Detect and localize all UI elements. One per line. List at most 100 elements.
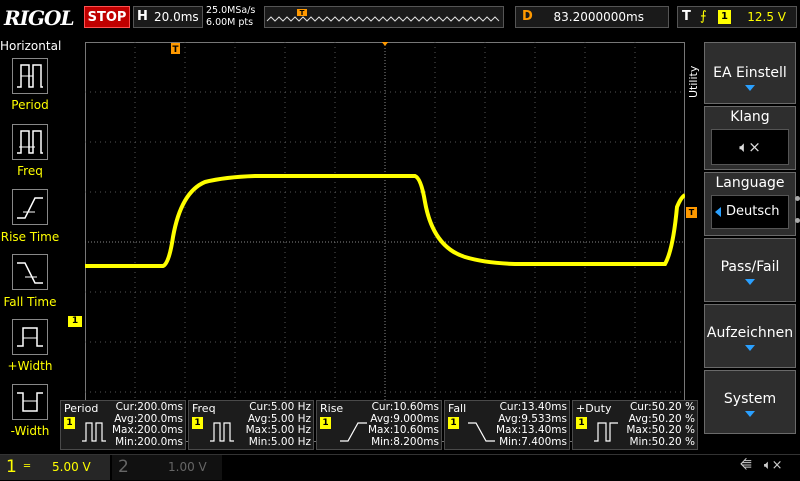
memory-overview-icon: T (266, 9, 500, 22)
period-icon (17, 64, 43, 88)
language-selector[interactable]: Deutsch (711, 195, 789, 229)
trigger-level: 12.5 V (747, 10, 786, 24)
plus-width-icon (17, 327, 43, 347)
trigger-source: 1 (718, 10, 731, 24)
ch2-status[interactable]: 2 1.00 V (112, 455, 222, 480)
measurement-stats: Cur:200.0ms Avg:200.0ms Max:200.0ms Min:20… (111, 401, 183, 448)
fall-time-label: Fall Time (3, 295, 57, 309)
measurement-channel: 1 (448, 417, 459, 429)
measurement-channel: 1 (192, 417, 203, 429)
trigger-box[interactable]: T ⨍ 1 12.5 V (677, 6, 797, 28)
waveform-display[interactable]: T (85, 42, 685, 442)
system-button[interactable]: System (704, 370, 796, 434)
delay-label: D (522, 9, 533, 24)
plus-width-label: +Width (7, 359, 53, 373)
delay-value: 83.2000000ms (553, 10, 644, 24)
measurement-freq[interactable]: Freq 1 Cur:5.00 Hz Avg:5.00 Hz Max:5.00 H… (188, 400, 314, 450)
measurement-stats: Cur:10.60ms Avg:9.000ms Max:10.60ms Min:8.… (367, 401, 439, 448)
knob-indicator-icon (795, 196, 800, 201)
svg-text:T: T (172, 45, 179, 55)
measurement-name: +Duty (576, 402, 612, 415)
rising-edge-icon: ⨍ (700, 9, 707, 24)
trigger-position-marker: T (171, 43, 180, 55)
timebase-box[interactable]: H 20.0ms (133, 6, 203, 28)
system-label: System (723, 391, 777, 407)
measurement-rise[interactable]: Rise 1 Cur:10.60ms Avg:9.000ms Max:10.60m… (316, 400, 442, 450)
utility-tab: Utility (686, 58, 702, 98)
rise-time-button[interactable] (12, 189, 48, 225)
speaker-mute-icon: 🔈︎× (711, 129, 789, 165)
trigger-level-marker[interactable]: T (686, 207, 697, 218)
measurement-channel: 1 (64, 417, 75, 429)
memory-position-strip[interactable]: T (264, 6, 504, 28)
acquisition-info: 25.0MSa/s 6.00M pts (206, 5, 264, 31)
period-label: Period (11, 98, 49, 112)
language-label: Language (715, 175, 785, 191)
aufzeichnen-button[interactable]: Aufzeichnen (704, 304, 796, 368)
sample-rate: 25.0MSa/s (206, 5, 256, 16)
timebase-value: 20.0ms (154, 10, 199, 24)
chevron-down-icon (745, 279, 755, 285)
fall-time-button[interactable] (12, 254, 48, 290)
measurement-name: Rise (320, 402, 344, 415)
plus-width-button[interactable] (12, 319, 48, 355)
usb-icon: ⭅ (740, 458, 752, 473)
measurement-plus-duty[interactable]: +Duty 1 Cur:50.20 % Avg:50.20 % Max:50.20… (572, 400, 698, 450)
ch1-number: 1 (6, 457, 17, 477)
pass-fail-button[interactable]: Pass/Fail (704, 238, 796, 302)
freq-icon (210, 422, 234, 442)
horizontal-label: H (137, 9, 148, 24)
measurement-stats: Cur:50.20 % Avg:50.20 % Max:50.20 % Min:50… (626, 401, 695, 448)
measurement-period[interactable]: Period 1 Cur:200.0ms Avg:200.0ms Max:200.… (60, 400, 186, 450)
measurement-stats: Cur:5.00 Hz Avg:5.00 Hz Max:5.00 Hz Min:5.… (245, 401, 311, 448)
measurement-stats: Cur:13.40ms Avg:9.533ms Max:13.40ms Min:7.… (495, 401, 567, 448)
measurement-name: Period (64, 402, 99, 415)
ch1-scale: 5.00 V (52, 460, 91, 474)
fall-time-icon (17, 262, 43, 284)
ea-einstell-button[interactable]: EA Einstell (704, 42, 796, 104)
run-stop-status[interactable]: STOP (84, 6, 130, 28)
svg-text:T: T (300, 9, 305, 17)
rise-time-icon (340, 422, 367, 442)
duty-cycle-icon (594, 422, 618, 442)
trigger-label: T (682, 9, 691, 24)
utility-tab-label: Utility (687, 65, 700, 98)
ch2-number: 2 (118, 457, 129, 477)
freq-label: Freq (17, 164, 43, 178)
measurement-channel: 1 (576, 417, 587, 429)
freq-icon (17, 130, 43, 154)
measurement-fall[interactable]: Fall 1 Cur:13.40ms Avg:9.533ms Max:13.40m… (444, 400, 570, 450)
minus-width-button[interactable] (12, 384, 48, 420)
ea-einstell-label: EA Einstell (713, 65, 787, 81)
language-button[interactable]: Language Deutsch (704, 172, 796, 236)
ch1-status[interactable]: 1 ═ 5.00 V (0, 455, 110, 480)
chevron-down-icon (745, 85, 755, 91)
memory-depth: 6.00M pts (206, 17, 254, 28)
period-icon (82, 422, 106, 442)
dc-coupling-icon: ═ (24, 461, 31, 472)
language-value: Deutsch (726, 204, 780, 219)
measure-menu-title: Horizontal (0, 39, 62, 53)
pass-fail-label: Pass/Fail (720, 259, 780, 275)
aufzeichnen-label: Aufzeichnen (706, 325, 794, 341)
measurement-channel: 1 (320, 417, 331, 429)
rise-time-label: Rise Time (0, 230, 60, 244)
speaker-mute-icon: 🔈︎× (763, 458, 783, 473)
fall-time-icon (468, 422, 495, 442)
period-button[interactable] (12, 58, 48, 94)
minus-width-label: -Width (10, 424, 50, 438)
chevron-down-icon (745, 345, 755, 351)
minus-width-icon (17, 392, 43, 412)
rise-time-icon (17, 197, 43, 219)
chevron-down-icon (745, 411, 755, 417)
klang-label: Klang (730, 109, 770, 125)
measurement-name: Freq (192, 402, 216, 415)
delay-box[interactable]: D 83.2000000ms (515, 6, 669, 28)
ch1-offset-marker[interactable]: 1 (68, 316, 82, 327)
rigol-logo: RIGOL (4, 6, 75, 30)
klang-button[interactable]: Klang 🔈︎× (704, 106, 796, 170)
freq-button[interactable] (12, 124, 48, 160)
knob-indicator-icon (795, 218, 800, 223)
system-status-icons: ⭅ 🔈︎× (740, 458, 796, 476)
chevron-left-icon (715, 207, 721, 217)
